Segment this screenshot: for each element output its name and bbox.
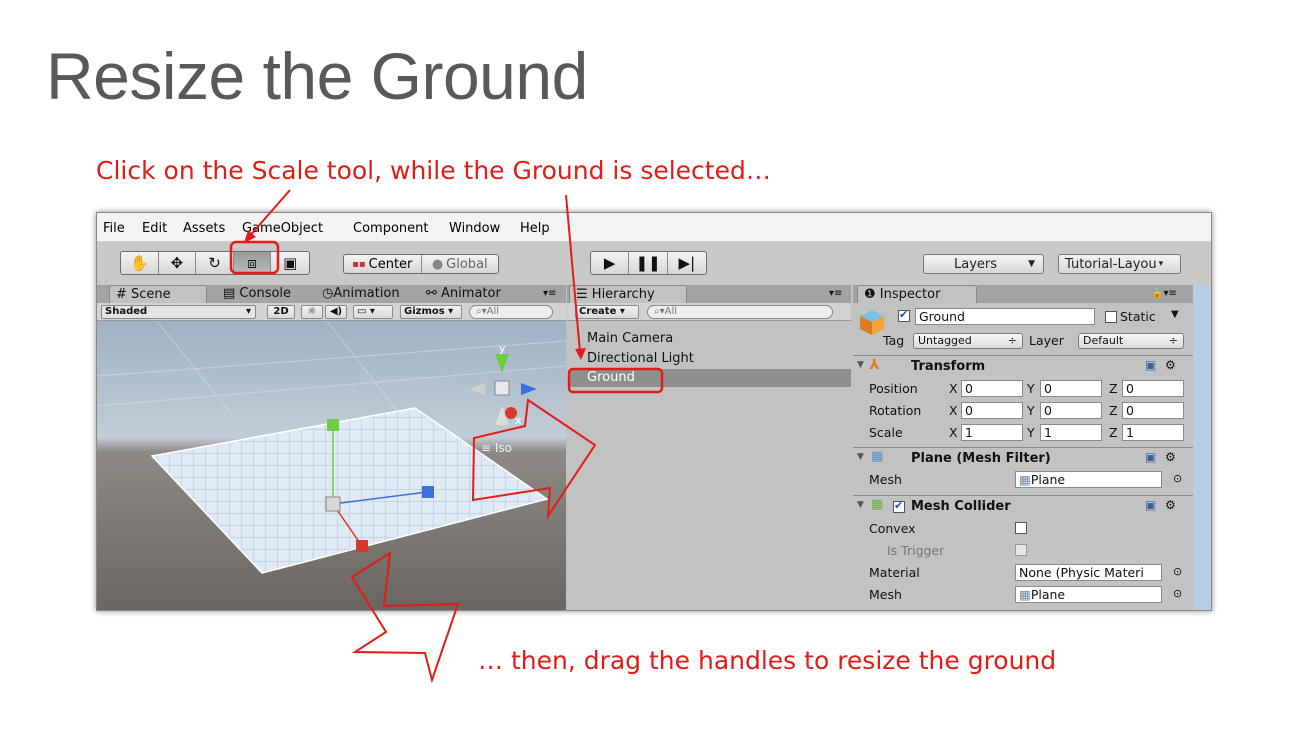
scale-tool-highlight (229, 240, 280, 275)
ground-item-highlight (567, 367, 664, 394)
drag-arrow-right (471, 398, 597, 520)
drag-arrow-down (350, 551, 460, 684)
arrow-to-scale-tool (244, 189, 291, 243)
arrow-to-ground-item (565, 194, 586, 360)
annotation-overlay (229, 189, 664, 684)
